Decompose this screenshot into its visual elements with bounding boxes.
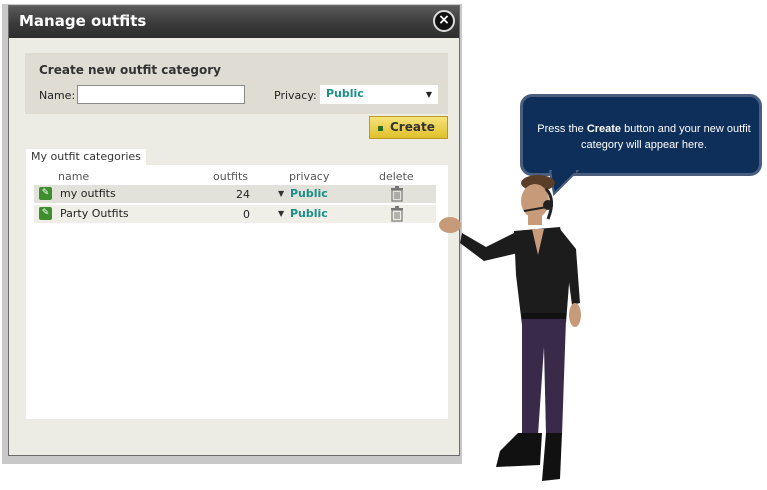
chevron-down-icon[interactable]: ▼ (278, 189, 284, 198)
categories-tab[interactable]: My outfit categories (26, 149, 146, 165)
close-icon[interactable]: × (433, 10, 455, 32)
column-header-delete: delete (379, 170, 414, 183)
tooltip-text-emphasis: Create (586, 123, 622, 135)
create-button-label: Create (390, 120, 435, 134)
create-category-panel: Create new outfit category Name: Privacy… (25, 53, 448, 114)
outfit-count: 0 (243, 208, 250, 221)
table-row: ✎ my outfits 24 ▼ Public (34, 185, 436, 203)
dialog-titlebar: Manage outfits × (9, 6, 459, 38)
table-row: ✎ Party Outfits 0 ▼ Public (34, 205, 436, 223)
privacy-value[interactable]: Public (290, 207, 328, 220)
privacy-dropdown[interactable]: Public ▼ (320, 85, 438, 104)
pencil-icon[interactable]: ✎ (39, 187, 52, 200)
tooltip-text: Press the Create button and your new out… (535, 121, 753, 153)
column-header-privacy: privacy (289, 170, 330, 183)
column-header-name: name (58, 170, 90, 183)
manage-outfits-dialog: Manage outfits × Create new outfit categ… (8, 5, 460, 456)
pencil-icon[interactable]: ✎ (39, 207, 52, 220)
name-input[interactable] (77, 85, 245, 104)
outfit-count: 24 (236, 188, 250, 201)
chevron-down-icon[interactable]: ▼ (278, 209, 284, 218)
privacy-label: Privacy: (274, 89, 317, 102)
trash-icon[interactable] (390, 206, 404, 222)
privacy-dropdown-value: Public (326, 87, 364, 100)
trash-icon[interactable] (390, 186, 404, 202)
tooltip-text-prefix: Press the (537, 123, 587, 135)
tooltip-bubble-body: Press the Create button and your new out… (520, 94, 762, 176)
column-header-outfits: outfits (213, 170, 248, 183)
create-button[interactable]: Create (369, 116, 448, 139)
bullet-icon (378, 126, 383, 131)
dialog-title: Manage outfits (19, 12, 147, 30)
category-name: Party Outfits (60, 207, 129, 220)
chevron-down-icon: ▼ (425, 90, 432, 99)
categories-panel: name outfits privacy delete ✎ my outfits… (26, 165, 448, 419)
create-category-heading: Create new outfit category (39, 63, 221, 77)
category-name: my outfits (60, 187, 116, 200)
name-label: Name: (39, 89, 76, 102)
avatar-character (439, 175, 581, 481)
privacy-value[interactable]: Public (290, 187, 328, 200)
